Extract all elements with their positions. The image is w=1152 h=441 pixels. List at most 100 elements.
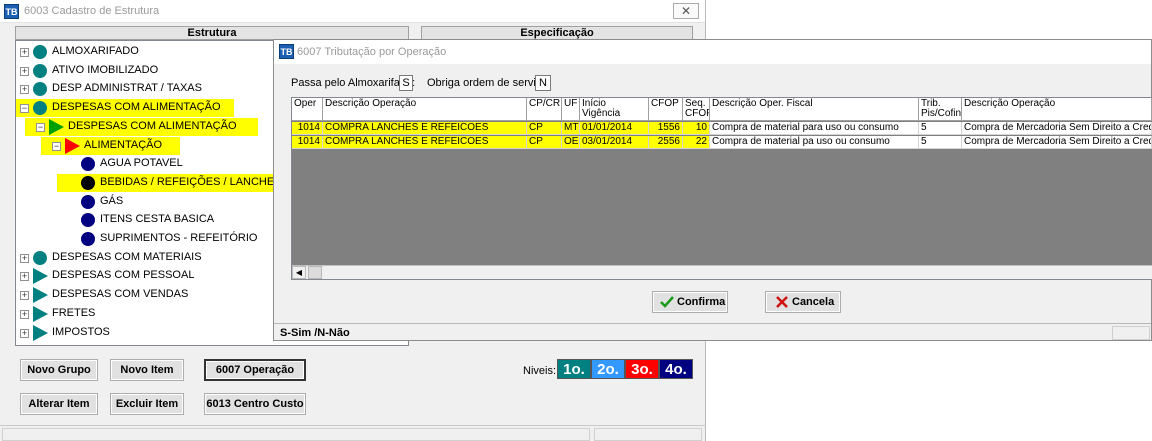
circle-node-icon [33, 45, 47, 59]
cell-descricao[interactable]: COMPRA LANCHES E REFEICOES [323, 136, 527, 149]
cell-uf[interactable]: OE [562, 136, 580, 149]
cell-cfop[interactable]: 1556 [649, 122, 683, 135]
status-bar [0, 425, 706, 441]
status-panel [594, 428, 702, 441]
scroll-left-icon[interactable]: ◀ [292, 266, 306, 279]
col-header-oper[interactable]: Oper [292, 98, 323, 121]
circle-node-icon [33, 101, 47, 116]
tree-node-label: DESPESAS COM VENDAS [52, 288, 189, 301]
col-header-desc-fiscal[interactable]: Descrição Oper. Fiscal [710, 98, 919, 121]
expand-icon[interactable]: + [20, 328, 29, 338]
check-icon [660, 296, 674, 308]
collapse-icon[interactable]: − [36, 122, 45, 132]
expand-icon[interactable]: + [20, 85, 29, 95]
tree-node-label: FRETES [52, 306, 96, 319]
obriga-label: Obriga ordem de serviço: [427, 77, 551, 89]
expand-icon[interactable]: + [20, 291, 29, 301]
especificacao-header: Especificação [421, 26, 693, 40]
expand-icon[interactable]: + [20, 272, 29, 282]
cancela-label: Cancela [792, 296, 835, 308]
alterar-item-button[interactable]: Alterar Item [20, 393, 98, 415]
cell-oper[interactable]: 1014 [292, 136, 323, 149]
tree-node-label: DESPESAS COM ALIMENTAÇÃO [68, 119, 237, 132]
cell-uf[interactable]: MT [562, 122, 580, 135]
col-header-seq-cfop[interactable]: Seq. CFOP [683, 98, 710, 121]
tree-node-label: SUPRIMENTOS - REFEITÓRIO [100, 232, 258, 244]
circle-node-icon [81, 175, 95, 190]
expand-icon[interactable]: + [20, 309, 29, 319]
window-title: 6003 Cadastro de Estrutura [24, 5, 160, 17]
status-text: S-Sim /N-Não [280, 327, 350, 339]
cell-trib[interactable]: 5 [919, 122, 962, 135]
centro-custo-button[interactable]: 6013 Centro Custo [204, 393, 306, 415]
col-header-descricao[interactable]: Descrição Operação [323, 98, 527, 121]
cell-trib[interactable]: 5 [919, 136, 962, 149]
app-icon: TB [4, 4, 19, 19]
cell-cpcr[interactable]: CP [527, 122, 562, 135]
cell-descricao-2[interactable]: Compra de Mercadoria Sem Direito a Cred [962, 122, 1152, 135]
cell-inicio[interactable]: 03/01/2014 [580, 136, 649, 149]
tree-node-label: DESP ADMINISTRAT / TAXAS [52, 82, 202, 95]
nivel-4-box: 4o. [659, 359, 693, 379]
tree-node-label: ITENS CESTA BASICA [100, 213, 215, 226]
close-icon [776, 296, 788, 308]
horizontal-scrollbar[interactable]: ◀ [292, 265, 1152, 279]
app-icon: TB [279, 44, 294, 59]
cell-inicio[interactable]: 01/01/2014 [580, 122, 649, 135]
collapse-icon[interactable]: − [20, 104, 29, 114]
tree-node-label: GÁS [100, 194, 124, 207]
estrutura-header: Estrutura [15, 26, 409, 40]
confirma-button[interactable]: Confirma [652, 291, 728, 313]
excluir-item-button[interactable]: Excluir Item [110, 393, 184, 415]
cancela-button[interactable]: Cancela [765, 291, 841, 313]
cell-seq-cfop[interactable]: 10 [683, 122, 710, 135]
cell-desc-fiscal[interactable]: Compra de material pa uso ou consumo [710, 136, 919, 149]
collapse-icon[interactable]: − [52, 141, 61, 151]
cell-descricao-2[interactable]: Compra de Mercadoria Sem Direito a Cred [962, 136, 1152, 149]
expand-icon[interactable]: + [20, 66, 29, 76]
col-header-inicio[interactable]: Início Vigência [580, 98, 649, 121]
col-header-cfop[interactable]: CFOP [649, 98, 683, 121]
novo-item-button[interactable]: Novo Item [110, 359, 184, 381]
cell-oper[interactable]: 1014 [292, 122, 323, 135]
close-button[interactable]: ✕ [673, 3, 699, 19]
title-bar: TB 6003 Cadastro de Estrutura ✕ [0, 0, 705, 23]
cell-desc-fiscal[interactable]: Compra de material para uso ou consumo [710, 122, 919, 135]
circle-node-icon [81, 157, 95, 172]
expand-icon[interactable]: + [20, 253, 29, 263]
triangle-node-icon [33, 324, 48, 341]
cell-cfop[interactable]: 2556 [649, 136, 683, 149]
tree-node-label: DESPESAS COM ALIMENTAÇÃO [52, 101, 221, 114]
expand-icon[interactable]: + [20, 48, 29, 57]
tree-node-label: IMPOSTOS [52, 325, 110, 338]
passa-label: Passa pelo Almoxarifado: [291, 77, 416, 89]
circle-node-icon [33, 250, 47, 265]
triangle-node-icon [33, 287, 48, 304]
cell-cpcr[interactable]: CP [527, 136, 562, 149]
cell-seq-cfop[interactable]: 22 [683, 136, 710, 149]
tree-node-label: DESPESAS COM MATERIAIS [52, 250, 202, 263]
col-header-uf[interactable]: UF [562, 98, 580, 121]
status-panel [2, 428, 590, 441]
circle-node-icon [33, 63, 47, 78]
nivel-1-box: 1o. [557, 359, 591, 379]
operacao-button[interactable]: 6007 Operação [204, 359, 306, 381]
triangle-node-icon [49, 118, 64, 135]
novo-grupo-button[interactable]: Novo Grupo [20, 359, 98, 381]
tree-node-label: BEBIDAS / REFEIÇÕES / LANCHES [100, 175, 282, 188]
obriga-ordem-field[interactable]: N [535, 75, 551, 91]
niveis-label: Niveis: [523, 365, 557, 377]
col-header-descricao-2[interactable]: Descrição Operação [962, 98, 1152, 121]
scroll-thumb[interactable] [308, 266, 322, 279]
circle-node-icon [33, 82, 47, 97]
operations-grid[interactable]: Oper Descrição Operação CP/CR UF Início … [291, 97, 1152, 280]
circle-node-icon [81, 213, 95, 228]
col-header-trib[interactable]: Trib. Pis/Cofins [919, 98, 962, 121]
circle-node-icon [81, 194, 95, 209]
nivel-3-box: 3o. [625, 359, 659, 379]
passa-almoxarifado-field[interactable]: S [399, 75, 413, 91]
tree-node-label: AGUA POTAVEL [100, 157, 183, 170]
dialog-title-bar: TB 6007 Tributação por Operação [274, 40, 1151, 64]
col-header-cpcr[interactable]: CP/CR [527, 98, 562, 121]
cell-descricao[interactable]: COMPRA LANCHES E REFEICOES [323, 122, 527, 135]
